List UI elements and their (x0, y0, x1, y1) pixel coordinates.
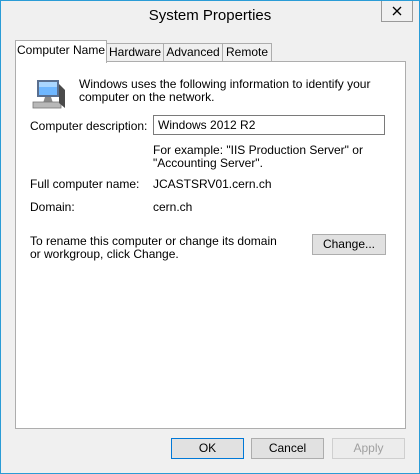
computer-name-panel: Windows uses the following information t… (15, 61, 406, 429)
domain-value: cern.ch (153, 200, 193, 214)
apply-button[interactable]: Apply (332, 438, 405, 459)
computer-description-input[interactable]: Windows 2012 R2 (153, 115, 385, 135)
window-title: System Properties (148, 7, 272, 24)
tab-remote[interactable]: Remote (222, 43, 272, 62)
system-properties-window: System Properties Computer Name Hardware… (0, 0, 420, 474)
close-button[interactable] (381, 1, 413, 22)
full-name-value: JCASTSRV01.cern.ch (153, 177, 272, 191)
close-icon (392, 6, 402, 16)
tab-advanced[interactable]: Advanced (163, 43, 223, 62)
domain-label: Domain: (30, 200, 75, 214)
rename-text: To rename this computer or change its do… (30, 234, 277, 261)
title-bar: System Properties (1, 1, 419, 32)
description-label: Computer description: (30, 119, 148, 133)
computer-icon (32, 80, 65, 109)
ok-button[interactable]: OK (171, 438, 244, 459)
tab-hardware[interactable]: Hardware (106, 43, 164, 62)
full-name-label: Full computer name: (30, 177, 140, 191)
tab-computer-name[interactable]: Computer Name (15, 40, 107, 63)
change-button[interactable]: Change... (312, 234, 386, 255)
cancel-button[interactable]: Cancel (251, 438, 324, 459)
example-text: For example: "IIS Production Server" or … (153, 143, 363, 170)
intro-text: Windows uses the following information t… (79, 77, 371, 104)
